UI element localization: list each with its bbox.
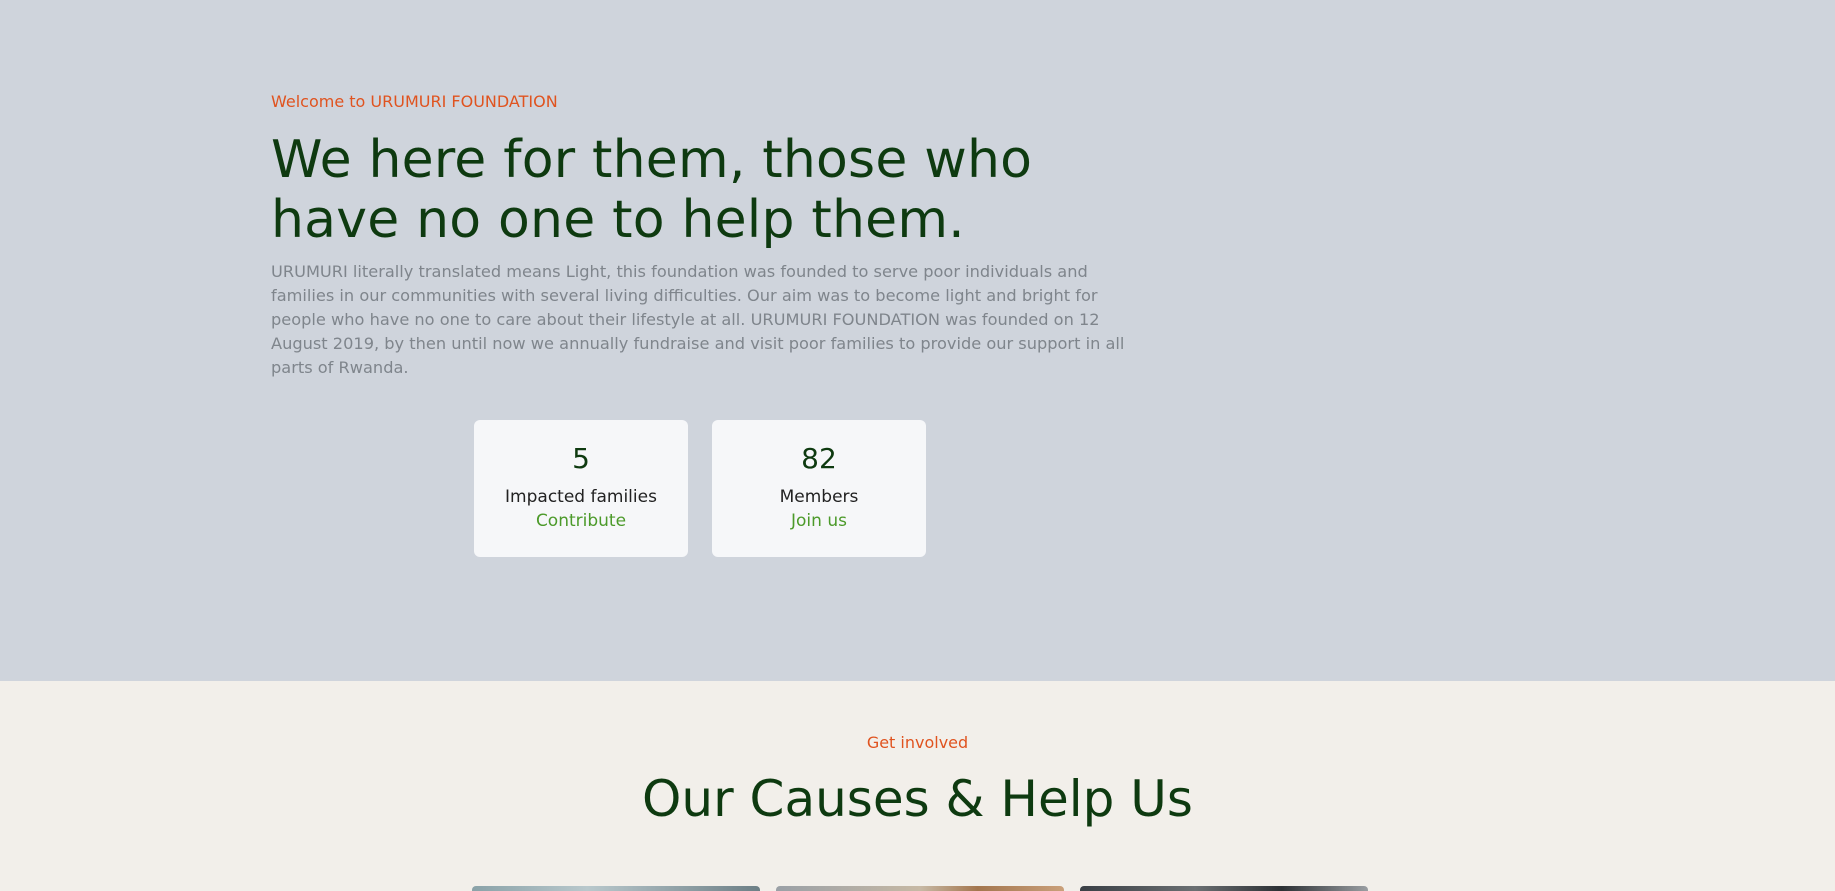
stat-label: Members: [779, 487, 859, 507]
causes-eyebrow: Get involved: [866, 733, 969, 752]
causes-title: Our Causes & Help Us: [642, 770, 1193, 828]
stat-card-members: 82 Members Join us: [712, 420, 926, 557]
hero-description: URUMURI literally translated means Light…: [271, 262, 1125, 377]
stat-label: Impacted families: [505, 487, 657, 507]
causes-section: Get involved Our Causes & Help Us: [0, 681, 1835, 891]
join-us-link[interactable]: Join us: [712, 510, 926, 532]
hero-section: Welcome to URUMURI FOUNDATION We here fo…: [0, 0, 1835, 681]
stat-value: 82: [801, 442, 837, 475]
hero-eyebrow: Welcome to URUMURI FOUNDATION: [271, 92, 558, 111]
cause-card-image[interactable]: [1080, 886, 1368, 891]
cause-card-image[interactable]: [776, 886, 1064, 891]
stat-card-impacted-families: 5 Impacted families Contribute: [474, 420, 688, 557]
stat-value: 5: [572, 442, 590, 475]
cause-card-image[interactable]: [472, 886, 760, 891]
hero-headline: We here for them, those who have no one …: [271, 130, 1033, 250]
contribute-link[interactable]: Contribute: [474, 510, 688, 532]
